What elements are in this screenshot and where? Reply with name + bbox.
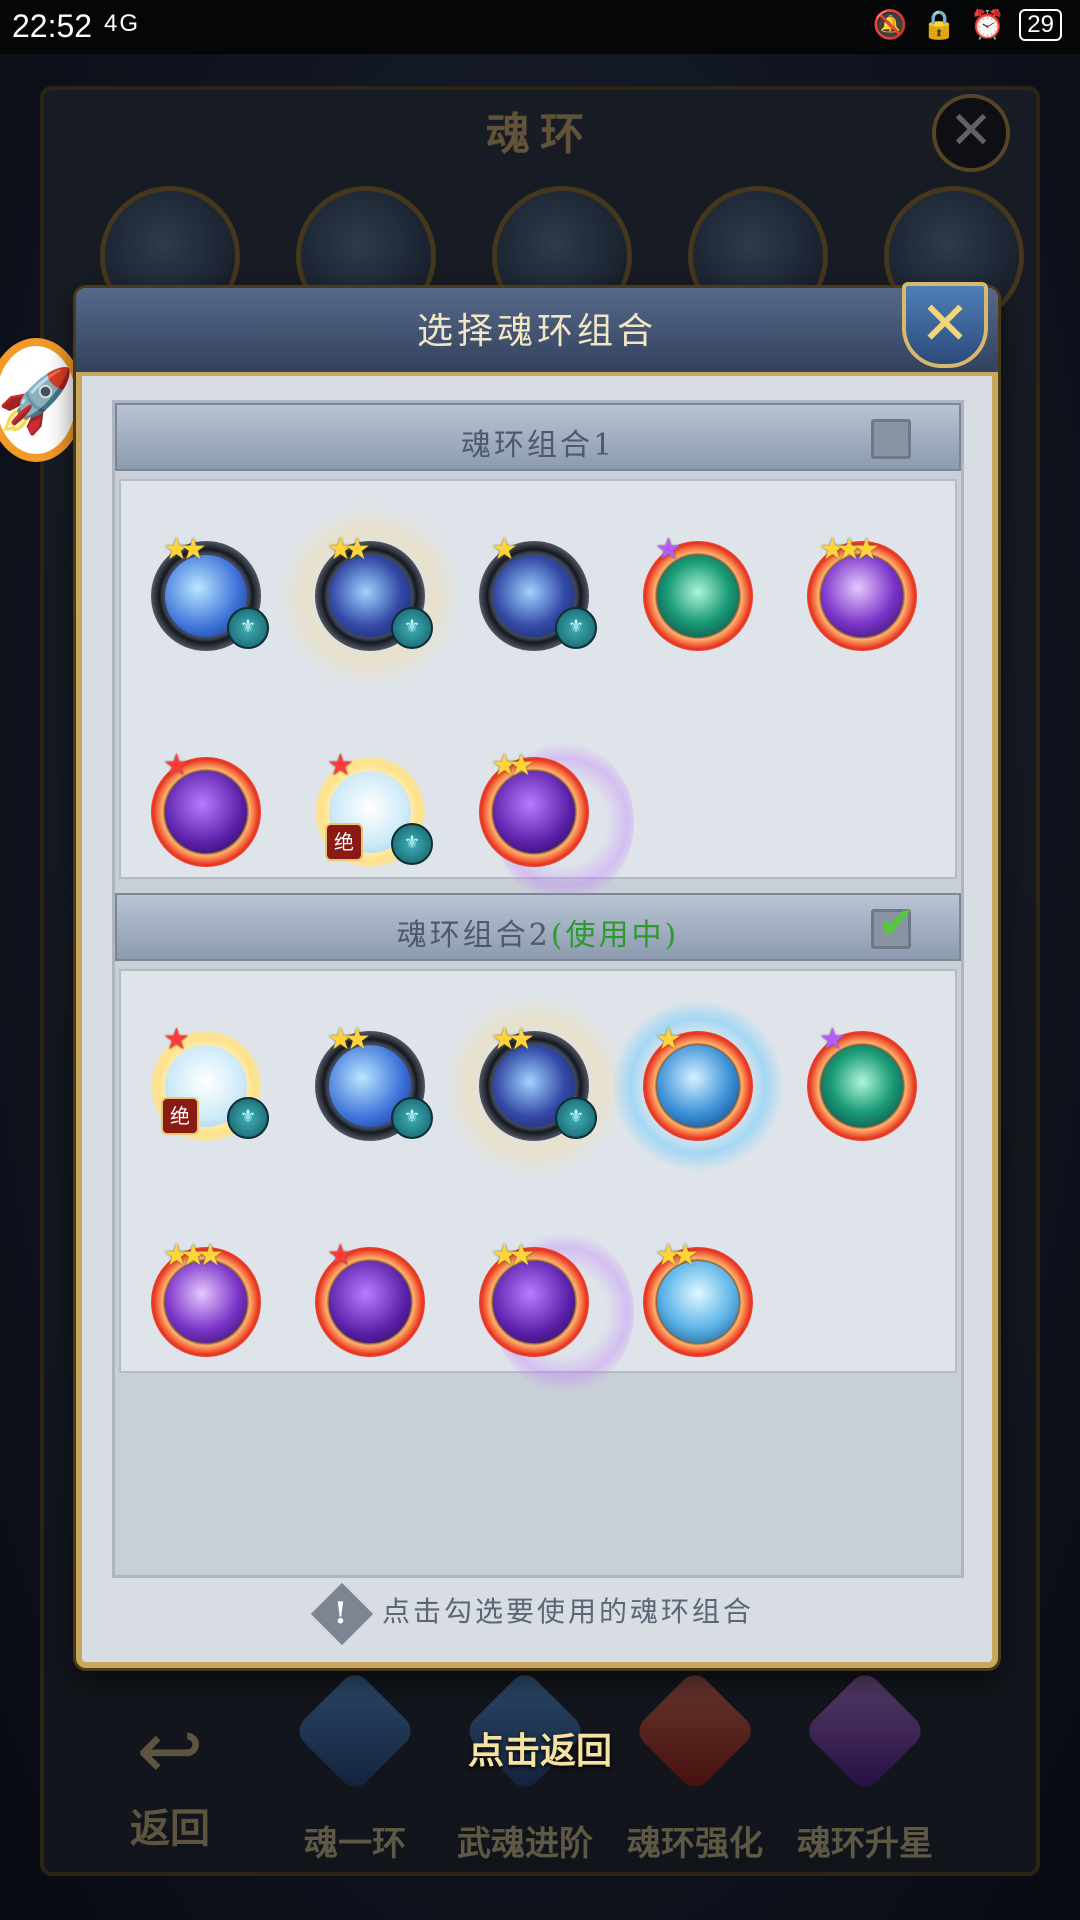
warning-icon: !	[310, 1582, 374, 1645]
star-icon: ★	[655, 1022, 682, 1057]
status-time: 22:52	[12, 8, 93, 44]
star-icon: ★	[327, 1238, 354, 1273]
star-rating: ★ ★ ★	[819, 535, 880, 565]
combo-label: 魂环组合2(使用中)	[117, 910, 959, 954]
alarm-icon: ⏰	[970, 9, 1006, 40]
soul-ring-icon[interactable]: ★	[315, 1241, 425, 1357]
soul-ring-icon[interactable]: ★ ★ ⚜	[315, 535, 433, 651]
soul-ring-icon[interactable]: ★ ★ ⚜	[479, 1025, 597, 1141]
hint-row: ! 点击勾选要使用的魂环组合	[82, 1582, 992, 1645]
ring-core-art	[821, 555, 903, 637]
star-rating: ★	[655, 535, 682, 565]
combo-checkbox[interactable]: ✔	[871, 898, 915, 949]
star-icon: ★	[343, 1022, 371, 1057]
unique-tag: 绝	[161, 1097, 199, 1135]
spirit-type-badge-icon: ⚜	[391, 607, 433, 649]
status-icons: 🔕 🔒 ⏰ 29	[873, 8, 1062, 41]
dialog-title: 选择魂环组合	[416, 311, 657, 352]
star-rating: ★	[163, 751, 190, 781]
soul-ring-icon[interactable]: ★ ⚜ 绝	[315, 751, 433, 867]
star-icon: ★	[163, 748, 190, 783]
ring-core-art	[657, 1045, 739, 1127]
spirit-type-badge-icon: ⚜	[555, 607, 597, 649]
tap-back-label[interactable]: 点击返回	[0, 1722, 1080, 1774]
star-rating: ★	[327, 1241, 354, 1271]
ring-core-art	[329, 1261, 411, 1343]
unique-tag: 绝	[325, 823, 363, 861]
soul-ring-icon[interactable]: ★	[643, 1025, 753, 1141]
hint-text: 点击勾选要使用的魂环组合	[381, 1595, 754, 1628]
ring-core-art	[657, 555, 739, 637]
spirit-type-badge-icon: ⚜	[227, 607, 269, 649]
soul-ring-icon[interactable]: ★	[643, 535, 753, 651]
star-rating: ★	[655, 1025, 682, 1055]
star-icon: ★	[507, 748, 535, 783]
in-use-label: (使用中)	[550, 918, 680, 953]
star-rating: ★ ★	[327, 1025, 371, 1055]
combo-name: 魂环组合2	[396, 918, 551, 953]
soul-ring-icon[interactable]: ★ ★ ⚜	[315, 1025, 433, 1141]
star-icon: ★	[327, 748, 354, 783]
star-icon: ★	[163, 1022, 190, 1057]
soul-ring-icon[interactable]: ★ ⚜ 绝	[151, 1025, 269, 1141]
combo-checkbox[interactable]	[871, 419, 911, 459]
dialog-header: 选择魂环组合	[76, 288, 998, 376]
ring-core-art	[493, 1261, 575, 1343]
star-rating: ★ ★ ★	[163, 1241, 224, 1271]
network-indicator: 4G	[104, 10, 141, 37]
soul-ring-icon[interactable]: ★ ★ ★	[807, 535, 917, 651]
star-rating: ★	[819, 1025, 846, 1055]
star-icon: ★	[655, 532, 682, 567]
star-rating: ★ ★	[491, 1025, 535, 1055]
select-combo-dialog: 选择魂环组合 ✕ 魂环组合1 ★ ★ ⚜ ★ ★ ⚜ ★ ⚜ ★ ★ ★ ★ ★ ★ ⚜ 绝 ★ ★ 魂环组合2(…	[76, 282, 998, 1668]
combo-ring-grid: ★ ⚜ 绝 ★ ★ ⚜ ★ ★ ⚜ ★ ★ ★ ★ ★ ★ ★ ★ ★ ★	[119, 969, 957, 1392]
star-rating: ★ ★	[491, 751, 535, 781]
status-bar: 22:52 4G 🔕 🔒 ⏰ 29	[0, 0, 1080, 54]
star-icon: ★	[196, 1238, 224, 1273]
soul-ring-icon[interactable]: ★	[807, 1025, 917, 1141]
star-rating: ★ ★	[163, 535, 207, 565]
star-icon: ★	[819, 1022, 846, 1057]
spirit-type-badge-icon: ⚜	[227, 1097, 269, 1139]
spirit-type-badge-icon: ⚜	[391, 823, 433, 865]
soul-ring-icon[interactable]: ★ ★ ★	[151, 1241, 261, 1357]
ring-core-art	[165, 1261, 247, 1343]
lock-icon: 🔒	[921, 9, 957, 40]
spirit-type-badge-icon: ⚜	[555, 1097, 597, 1139]
star-icon: ★	[671, 1238, 699, 1273]
star-rating: ★	[327, 751, 354, 781]
star-rating: ★	[163, 1025, 190, 1055]
soul-ring-icon[interactable]: ★	[151, 751, 261, 867]
soul-ring-icon[interactable]: ★ ⚜	[479, 535, 597, 651]
ring-core-art	[821, 1045, 903, 1127]
star-rating: ★ ★	[327, 535, 371, 565]
soul-ring-icon[interactable]: ★ ★	[643, 1241, 753, 1357]
combo-list: 魂环组合1 ★ ★ ⚜ ★ ★ ⚜ ★ ⚜ ★ ★ ★ ★ ★ ★ ⚜ 绝 ★ ★ 魂环组合2(使用中) ✔ ★ ⚜…	[112, 400, 964, 1578]
combo-label: 魂环组合1	[117, 420, 959, 464]
ring-core-art	[657, 1261, 739, 1343]
star-icon: ★	[343, 532, 371, 567]
combo-header-2[interactable]: 魂环组合2(使用中) ✔	[115, 893, 961, 961]
star-rating: ★ ★	[655, 1241, 699, 1271]
star-icon: ★	[852, 532, 880, 567]
star-rating: ★ ★	[491, 1241, 535, 1271]
ring-core-art	[493, 771, 575, 853]
soul-ring-icon[interactable]: ★ ★	[479, 1241, 589, 1357]
star-icon: ★	[491, 532, 518, 567]
combo-name: 魂环组合1	[460, 428, 616, 463]
combo-ring-grid: ★ ★ ⚜ ★ ★ ⚜ ★ ⚜ ★ ★ ★ ★ ★ ★ ⚜ 绝 ★ ★	[119, 479, 957, 902]
soul-ring-icon[interactable]: ★ ★ ⚜	[151, 535, 269, 651]
mute-icon: 🔕	[872, 9, 908, 40]
ring-core-art	[165, 771, 247, 853]
star-icon: ★	[507, 1238, 535, 1273]
combo-header-1[interactable]: 魂环组合1	[115, 403, 961, 471]
spirit-type-badge-icon: ⚜	[391, 1097, 433, 1139]
star-icon: ★	[179, 532, 207, 567]
close-icon[interactable]: ✕	[902, 282, 988, 368]
soul-ring-icon[interactable]: ★ ★	[479, 751, 589, 867]
star-icon: ★	[507, 1022, 535, 1057]
check-icon: ✔	[878, 898, 915, 949]
star-rating: ★	[491, 535, 518, 565]
battery-indicator: 29	[1019, 8, 1062, 41]
